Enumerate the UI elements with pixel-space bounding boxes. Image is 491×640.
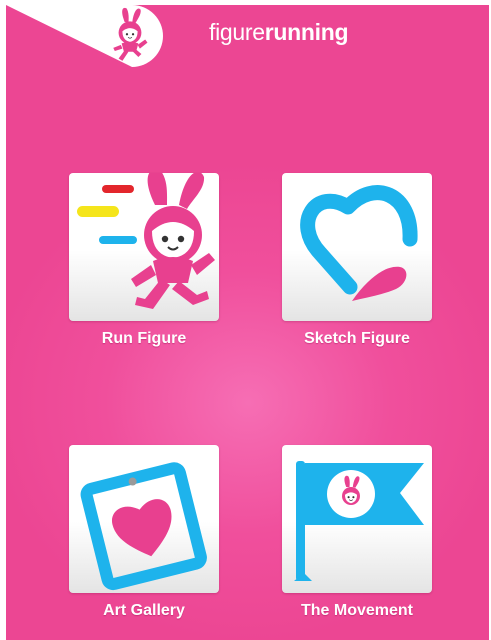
heart-frame-icon: [80, 462, 207, 591]
the-movement-button[interactable]: The Movement: [282, 445, 432, 623]
brand-bold-text: running: [264, 19, 349, 45]
brand-light-text: figure: [209, 19, 265, 45]
sketch-figure-button[interactable]: Sketch Figure: [282, 173, 432, 351]
running-bunny-icon: [77, 173, 215, 309]
art-gallery-label: Art Gallery: [103, 602, 185, 619]
the-movement-label: The Movement: [300, 602, 413, 619]
tile-the-movement: [282, 445, 432, 593]
sketch-figure-label: Sketch Figure: [304, 330, 410, 347]
logo-corner[interactable]: [6, 5, 166, 69]
tile-run-figure: [69, 173, 219, 321]
run-figure-button[interactable]: Run Figure: [69, 173, 219, 351]
flag-icon: [294, 461, 424, 581]
bunny-mascot-icon: [6, 5, 163, 67]
run-figure-label: Run Figure: [101, 330, 187, 347]
app-brand-title: figurerunning: [209, 19, 349, 45]
app-screen: figurerunning Run Figure Sketch Figure A…: [6, 5, 489, 640]
heart-sketch-icon: [300, 185, 418, 301]
art-gallery-button[interactable]: Art Gallery: [69, 445, 219, 623]
tile-art-gallery: [69, 445, 219, 593]
tile-sketch-figure: [282, 173, 432, 321]
